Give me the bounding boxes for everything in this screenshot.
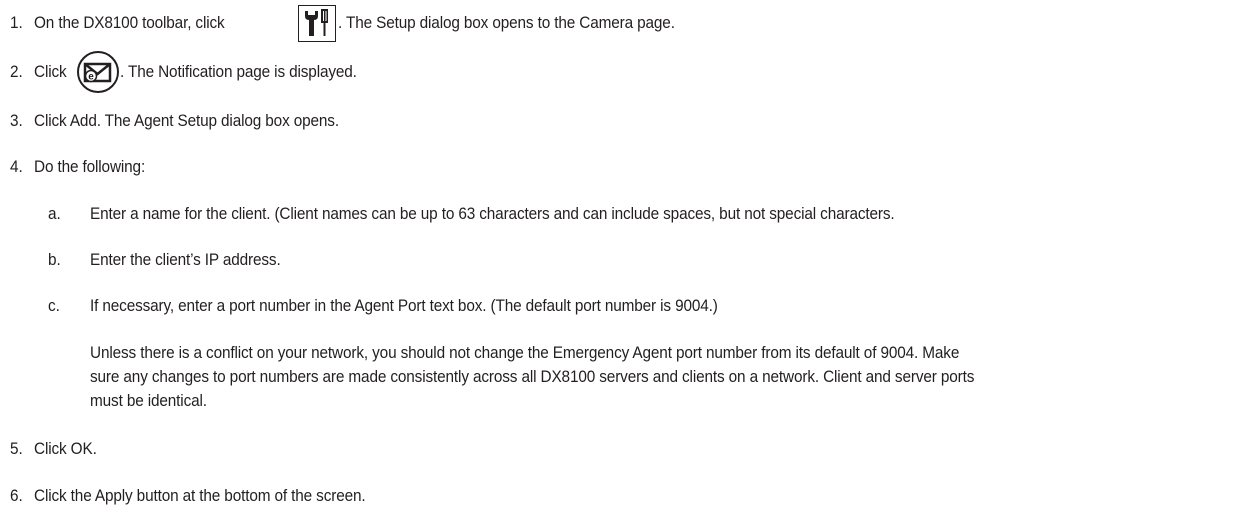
step-6-number: 6. (10, 487, 23, 505)
setup-tools-icon (298, 5, 336, 42)
note-line-2: sure any changes to port numbers are mad… (90, 368, 975, 386)
step-5-number: 5. (10, 440, 23, 458)
step-2-number: 2. (10, 63, 23, 81)
step-1-text: On the DX8100 toolbar, click (34, 14, 225, 32)
note-line-1: Unless there is a conflict on your netwo… (90, 344, 960, 362)
substep-b-text: Enter the client’s IP address. (90, 251, 281, 269)
substep-a-letter: a. (48, 205, 61, 223)
step-1-number: 1. (10, 14, 23, 32)
step-5-text: Click OK. (34, 440, 97, 458)
notification-envelope-icon: e (76, 50, 120, 94)
substep-b-letter: b. (48, 251, 61, 269)
step-2-continuation: . The Notification page is displayed. (120, 63, 357, 81)
substep-c-letter: c. (48, 297, 60, 315)
instruction-document: 1. On the DX8100 toolbar, click . The Se… (0, 0, 1247, 522)
note-line-3: must be identical. (90, 392, 207, 410)
step-3-text: Click Add. The Agent Setup dialog box op… (34, 112, 339, 130)
svg-text:e: e (88, 72, 94, 83)
step-6-text: Click the Apply button at the bottom of … (34, 487, 366, 505)
step-4-number: 4. (10, 158, 23, 176)
step-4-text: Do the following: (34, 158, 146, 176)
substep-a-text: Enter a name for the client. (Client nam… (90, 205, 895, 223)
step-3-number: 3. (10, 112, 23, 130)
step-2-text: Click (34, 63, 67, 81)
substep-c-text: If necessary, enter a port number in the… (90, 297, 718, 315)
step-1-continuation: . The Setup dialog box opens to the Came… (338, 14, 675, 32)
